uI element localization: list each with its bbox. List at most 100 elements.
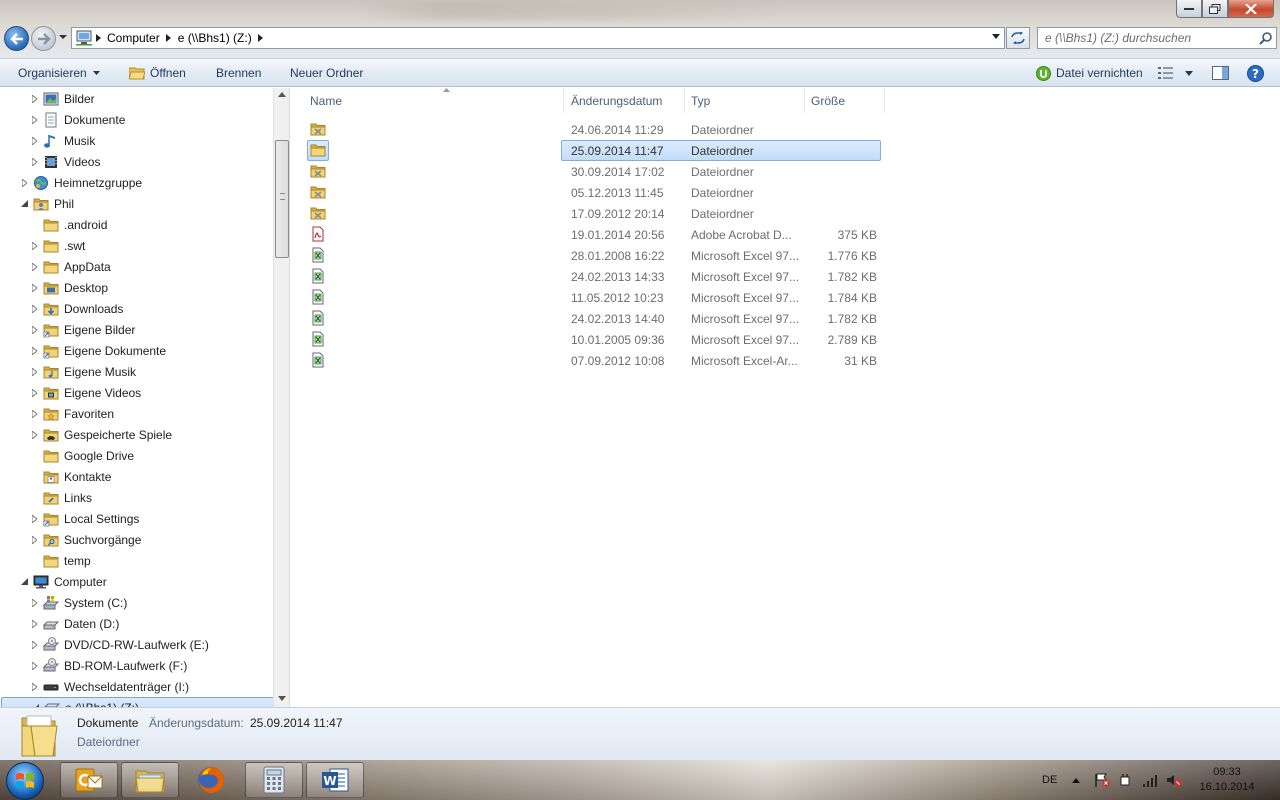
nav-item[interactable]: AppData xyxy=(29,256,111,277)
file-row[interactable]: 10.01.2005 09:36 Microsoft Excel 97... 2.7… xyxy=(307,329,881,350)
language-indicator[interactable]: DE xyxy=(1042,760,1057,800)
collapsed-arrow-icon[interactable] xyxy=(29,640,39,650)
open-button[interactable]: Öffnen xyxy=(129,59,186,87)
search-box[interactable] xyxy=(1037,27,1277,49)
nav-item[interactable]: Daten (D:) xyxy=(29,613,119,634)
breadcrumb-separator[interactable] xyxy=(256,28,266,48)
collapsed-arrow-icon[interactable] xyxy=(29,619,39,629)
nav-item[interactable]: Downloads xyxy=(29,298,123,319)
breadcrumb-separator[interactable] xyxy=(164,28,174,48)
breadcrumb-computer[interactable]: Computer xyxy=(103,28,164,48)
nav-item[interactable]: Gespeicherte Spiele xyxy=(29,424,172,445)
forward-button[interactable] xyxy=(31,26,56,51)
collapsed-arrow-icon[interactable] xyxy=(29,514,39,524)
nav-item[interactable]: Bilder xyxy=(29,88,95,109)
taskbar-outlook[interactable] xyxy=(60,762,118,798)
collapsed-arrow-icon[interactable] xyxy=(29,325,39,335)
action-center-tray[interactable] xyxy=(1094,760,1110,800)
nav-item[interactable]: Local Settings xyxy=(29,508,139,529)
collapsed-arrow-icon[interactable] xyxy=(29,430,39,440)
taskbar-explorer[interactable] xyxy=(121,762,179,798)
volume-tray[interactable] xyxy=(1166,760,1182,800)
collapsed-arrow-icon[interactable] xyxy=(29,136,39,146)
expanded-arrow-icon[interactable] xyxy=(19,577,29,587)
collapsed-arrow-icon[interactable] xyxy=(29,115,39,125)
file-row[interactable]: 28.01.2008 16:22 Microsoft Excel 97... 1.7… xyxy=(307,245,881,266)
file-row[interactable]: 05.12.2013 11:45 Dateiordner xyxy=(307,182,881,203)
shred-file-button[interactable]: Datei vernichten xyxy=(1036,59,1143,87)
nav-item[interactable]: Suchvorgänge xyxy=(29,529,141,550)
nav-item[interactable]: Musik xyxy=(29,130,95,151)
new-folder-button[interactable]: Neuer Ordner xyxy=(290,59,363,87)
collapsed-arrow-icon[interactable] xyxy=(29,535,39,545)
clock[interactable]: 09:33 16.10.2014 xyxy=(1192,765,1262,795)
collapsed-arrow-icon[interactable] xyxy=(29,157,39,167)
minimize-button[interactable] xyxy=(1176,0,1202,18)
collapsed-arrow-icon[interactable] xyxy=(29,598,39,608)
nav-item[interactable]: Google Drive xyxy=(29,445,134,466)
file-row[interactable]: 25.09.2014 11:47 Dateiordner xyxy=(307,140,881,161)
breadcrumb-separator[interactable] xyxy=(93,28,103,48)
column-header-type[interactable]: Typ xyxy=(685,88,805,113)
scroll-thumb[interactable] xyxy=(275,140,289,258)
nav-item[interactable]: Eigene Bilder xyxy=(29,319,135,340)
breadcrumb-network-drive[interactable]: e (\\Bhs1) (Z:) xyxy=(174,28,256,48)
taskbar-firefox[interactable] xyxy=(182,762,240,798)
nav-item[interactable]: Wechseldatenträger (I:) xyxy=(29,676,189,697)
collapsed-arrow-icon[interactable] xyxy=(29,241,39,251)
nav-item[interactable]: Desktop xyxy=(29,277,108,298)
collapsed-arrow-icon[interactable] xyxy=(29,409,39,419)
address-bar[interactable]: Computer e (\\Bhs1) (Z:) xyxy=(71,27,1005,49)
column-header-size[interactable]: Größe xyxy=(805,88,885,113)
nav-item[interactable]: Links xyxy=(29,487,92,508)
nav-item[interactable]: DVD/CD-RW-Laufwerk (E:) xyxy=(29,634,209,655)
organize-button[interactable]: Organisieren xyxy=(18,59,105,87)
search-button[interactable] xyxy=(1254,31,1276,45)
nav-item[interactable]: e (\\Bhs1) (Z:) xyxy=(1,697,279,707)
collapsed-arrow-icon[interactable] xyxy=(29,661,39,671)
file-row[interactable]: 30.09.2014 17:02 Dateiordner xyxy=(307,161,881,182)
nav-item[interactable]: Eigene Videos xyxy=(29,382,141,403)
column-header-date[interactable]: Änderungsdatum xyxy=(565,88,685,113)
nav-item[interactable]: Eigene Musik xyxy=(29,361,136,382)
nav-item[interactable]: Kontakte xyxy=(29,466,111,487)
nav-item[interactable]: .android xyxy=(29,214,107,235)
collapsed-arrow-icon[interactable] xyxy=(29,304,39,314)
collapsed-arrow-icon[interactable] xyxy=(29,262,39,272)
nav-item[interactable]: Phil xyxy=(19,193,74,214)
nav-item[interactable]: Favoriten xyxy=(29,403,114,424)
nav-item[interactable]: BD-ROM-Laufwerk (F:) xyxy=(29,655,187,676)
file-row[interactable]: 07.09.2012 10:08 Microsoft Excel-Ar... 31 … xyxy=(307,350,881,371)
collapsed-arrow-icon[interactable] xyxy=(29,94,39,104)
recent-pages-dropdown-icon[interactable] xyxy=(59,35,67,40)
nav-item[interactable]: System (C:) xyxy=(29,592,127,613)
collapsed-arrow-icon[interactable] xyxy=(19,178,29,188)
collapsed-arrow-icon[interactable] xyxy=(29,367,39,377)
nav-item[interactable]: .swt xyxy=(29,235,85,256)
help-button[interactable]: ? xyxy=(1247,59,1269,87)
nav-item[interactable]: temp xyxy=(29,550,91,571)
collapsed-arrow-icon[interactable] xyxy=(29,283,39,293)
column-header-name[interactable]: Name xyxy=(304,88,564,113)
scroll-down-icon[interactable] xyxy=(278,696,286,701)
burn-button[interactable]: Brennen xyxy=(216,59,261,87)
back-button[interactable] xyxy=(4,26,29,51)
file-row[interactable]: 11.05.2012 10:23 Microsoft Excel 97... 1.7… xyxy=(307,287,881,308)
taskbar-word[interactable]: W xyxy=(306,762,364,798)
file-row[interactable]: 24.06.2014 11:29 Dateiordner xyxy=(307,119,881,140)
scroll-up-icon[interactable] xyxy=(278,92,286,97)
nav-item[interactable]: Computer xyxy=(19,571,107,592)
file-row[interactable]: 17.09.2012 20:14 Dateiordner xyxy=(307,203,881,224)
refresh-button[interactable] xyxy=(1006,27,1030,49)
nav-item[interactable]: Videos xyxy=(29,151,100,172)
nav-item[interactable]: Dokumente xyxy=(29,109,125,130)
show-hidden-icons-button[interactable] xyxy=(1072,760,1080,800)
search-input[interactable] xyxy=(1038,29,1254,47)
power-tray[interactable] xyxy=(1118,760,1132,800)
nav-scrollbar[interactable] xyxy=(273,88,289,707)
collapsed-arrow-icon[interactable] xyxy=(29,346,39,356)
preview-pane-button[interactable] xyxy=(1212,59,1234,87)
maximize-button[interactable] xyxy=(1202,0,1228,18)
file-row[interactable]: 24.02.2013 14:33 Microsoft Excel 97... 1.7… xyxy=(307,266,881,287)
start-button[interactable] xyxy=(6,762,44,800)
